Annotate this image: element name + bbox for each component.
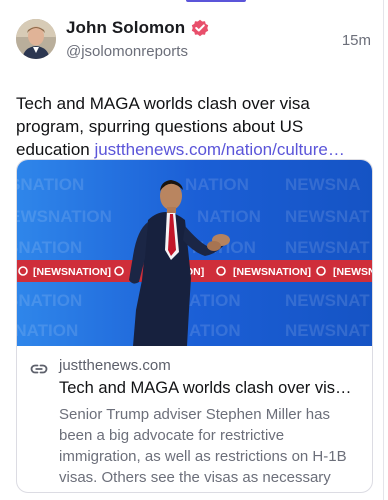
svg-text:SNATION: SNATION <box>17 321 78 340</box>
link-preview-body: justthenews.com Tech and MAGA worlds cla… <box>17 346 372 488</box>
svg-text:SNATION: SNATION <box>17 238 82 257</box>
post-link[interactable]: justthenews.com/nation/culture… <box>94 140 344 159</box>
link-preview-domain: justthenews.com <box>59 357 171 374</box>
author-names: John Solomon @jsolomonreports <box>66 16 342 60</box>
post-timestamp[interactable]: 15m <box>342 32 371 49</box>
svg-text:ATION: ATION <box>189 321 241 340</box>
display-name-row: John Solomon <box>66 16 342 40</box>
svg-text:NATION: NATION <box>185 175 249 194</box>
post-text: Tech and MAGA worlds clash over visa pro… <box>16 92 368 161</box>
column-divider <box>383 0 384 500</box>
svg-text:[NEWSN: [NEWSN <box>333 266 373 278</box>
link-icon <box>30 364 48 374</box>
svg-text:SNATION: SNATION <box>17 291 82 310</box>
author-display-name[interactable]: John Solomon <box>66 18 185 38</box>
link-preview-description: Senior Trump adviser Stephen Miller has … <box>59 406 347 486</box>
link-preview-title[interactable]: Tech and MAGA worlds clash over vis… <box>59 378 359 399</box>
svg-text:NEWSNAT: NEWSNAT <box>285 291 370 310</box>
svg-text:NATION: NATION <box>197 207 261 226</box>
svg-text:NEWSNAT: NEWSNAT <box>285 321 370 340</box>
svg-text:[NEWSNATION]: [NEWSNATION] <box>233 266 311 278</box>
svg-text:NEWSNA: NEWSNA <box>285 175 361 194</box>
svg-text:NEWSNAT: NEWSNAT <box>285 207 370 226</box>
svg-text:ATION: ATION <box>189 291 241 310</box>
post-header: John Solomon @jsolomonreports 15m <box>16 16 371 62</box>
svg-text:NEWSNAT: NEWSNAT <box>285 238 370 257</box>
avatar[interactable] <box>16 19 56 59</box>
svg-text:NEWSNATION: NEWSNATION <box>17 207 112 226</box>
event-stage-photo: SNATION NATION NEWSNA NEWSNATION NATION NEWS… <box>17 160 373 346</box>
svg-text:SNATION: SNATION <box>17 175 84 194</box>
link-preview-image: SNATION NATION NEWSNA NEWSNATION NATION NEWS… <box>17 160 373 346</box>
svg-text:[NEWSNATION]: [NEWSNATION] <box>33 266 111 278</box>
verified-badge-icon <box>192 19 209 37</box>
author-handle[interactable]: @jsolomonreports <box>66 43 342 60</box>
link-preview-card[interactable]: SNATION NATION NEWSNA NEWSNATION NATION NEWS… <box>16 159 373 493</box>
